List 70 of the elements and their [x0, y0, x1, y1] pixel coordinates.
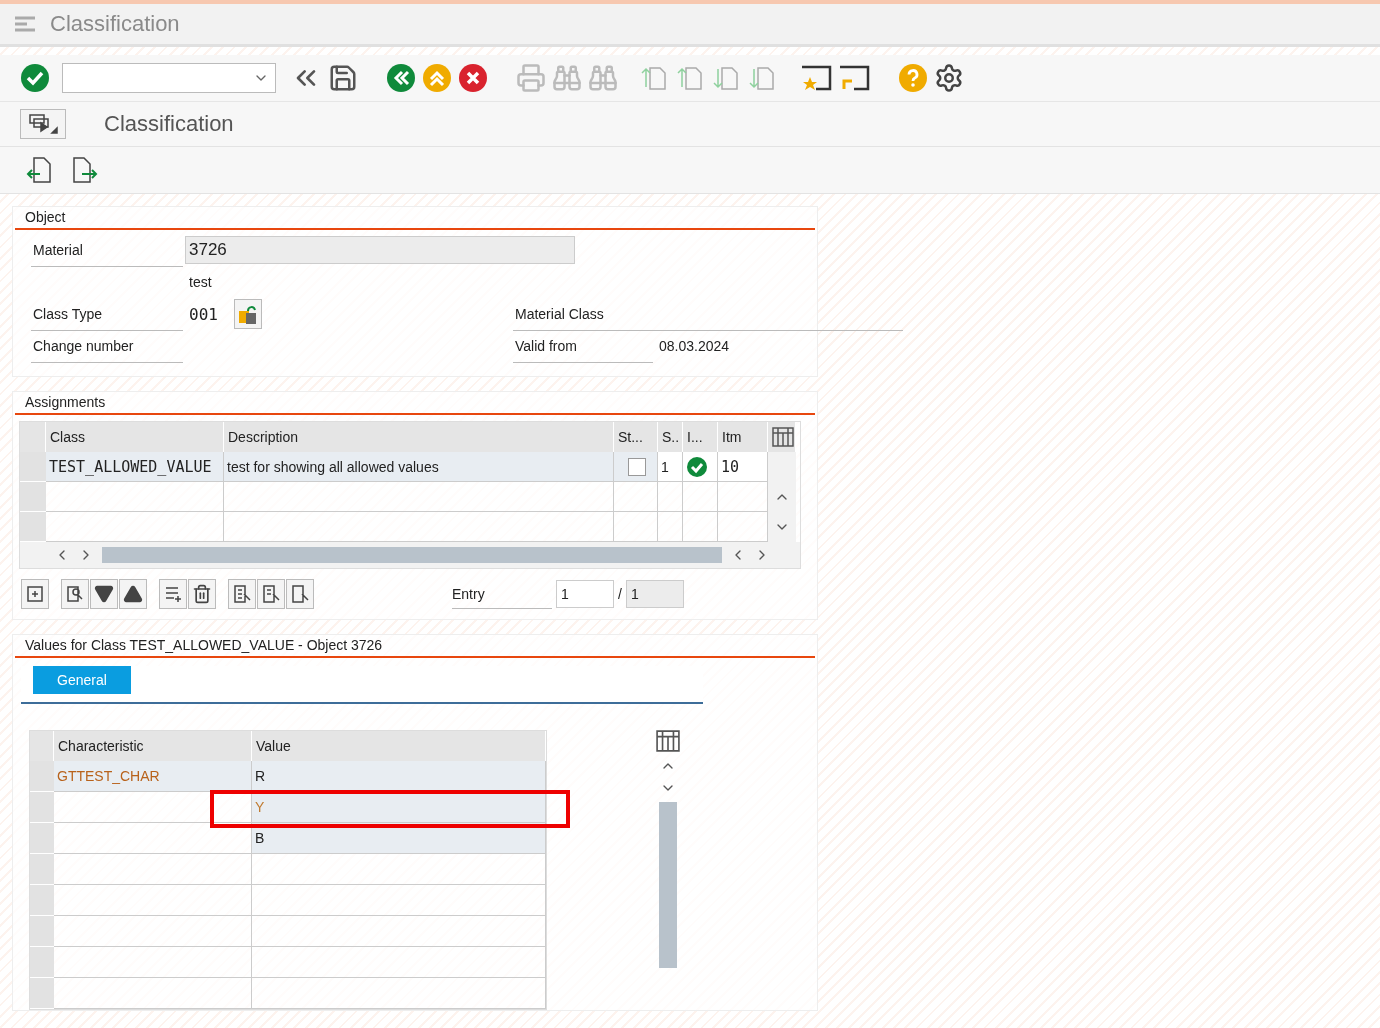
field-label: Class Type — [31, 297, 183, 331]
save-icon[interactable] — [328, 63, 358, 93]
delete-button[interactable] — [188, 579, 216, 609]
next-document-icon[interactable] — [72, 156, 98, 184]
column-settings-icon[interactable] — [772, 427, 794, 447]
down-triangle-icon — [94, 584, 114, 604]
vertical-scrollbar[interactable] — [659, 802, 677, 968]
checkbox[interactable] — [628, 457, 646, 476]
add-row-icon — [163, 584, 183, 604]
deselect-all-button[interactable] — [286, 579, 314, 609]
entry-total-field: 1 — [625, 580, 684, 608]
field-label: Material — [31, 233, 183, 267]
column-header[interactable]: Itm — [718, 422, 768, 452]
table-cell: TEST_ALLOWED_VALUE — [46, 452, 224, 482]
table-cell — [658, 482, 683, 512]
window-title: Classification — [50, 11, 180, 37]
column-header[interactable]: Description — [224, 422, 614, 452]
insert-icon — [25, 584, 45, 604]
valid-from-value: 08.03.2024 — [658, 338, 731, 354]
column-header[interactable]: I... — [683, 422, 718, 452]
select-block-button[interactable] — [257, 579, 285, 609]
document-cursor-icon — [290, 584, 310, 604]
back-icon[interactable] — [386, 63, 416, 93]
material-description: test — [188, 274, 213, 290]
table-cell: GTTEST_CHAR — [54, 761, 252, 792]
column-header[interactable]: Characteristic — [54, 731, 252, 761]
command-field[interactable] — [62, 63, 276, 93]
entry-field[interactable]: 1 — [556, 580, 614, 608]
cancel-icon[interactable] — [458, 63, 488, 93]
add-row-button[interactable] — [159, 579, 187, 609]
class-lock-button[interactable] — [233, 299, 262, 329]
menu-dropdown-button[interactable] — [20, 109, 66, 139]
column-header[interactable]: Value — [252, 731, 546, 761]
entry-separator: / — [618, 586, 622, 602]
enter-check-icon[interactable] — [20, 63, 50, 93]
table-cell: R — [252, 761, 546, 792]
table-cell: 10 — [718, 452, 768, 482]
search-icon — [65, 584, 85, 604]
settings-icon[interactable] — [934, 63, 964, 93]
horizontal-scrollbar[interactable] — [102, 547, 722, 563]
up-triangle-icon — [123, 584, 143, 604]
table-cell: 1 — [658, 452, 683, 482]
filter-rows-button[interactable] — [61, 579, 89, 609]
material-field: 3726 — [185, 236, 575, 264]
screen-title: Classification — [104, 111, 234, 137]
field-label: Change number — [31, 329, 183, 363]
field-label: Material Class — [513, 297, 903, 331]
field-label: Valid from — [513, 329, 653, 363]
shortcut-window-icon[interactable] — [838, 63, 870, 93]
new-window-star-icon[interactable] — [800, 63, 832, 93]
document-cursor-icon — [261, 584, 281, 604]
class-type-value: 001 — [188, 304, 218, 324]
column-header[interactable]: St... — [614, 422, 658, 452]
sort-descending-button[interactable] — [90, 579, 118, 609]
column-settings-icon[interactable] — [656, 730, 680, 752]
panel-title: Values for Class TEST_ALLOWED_VALUE - Object 3726 — [15, 635, 815, 658]
panel-title: Object — [15, 207, 815, 230]
lock-icon — [237, 303, 258, 325]
document-cursor-icon — [232, 584, 252, 604]
column-header[interactable]: Class — [46, 422, 224, 452]
column-header[interactable]: S.. — [658, 422, 683, 452]
trash-icon — [192, 584, 212, 604]
table-cell: test for showing all allowed values — [224, 452, 614, 482]
panel-title: Assignments — [15, 392, 815, 415]
table-cell: Y — [252, 792, 546, 823]
select-all-button[interactable] — [228, 579, 256, 609]
previous-document-icon[interactable] — [26, 156, 52, 184]
sort-ascending-button[interactable] — [119, 579, 147, 609]
entry-label: Entry — [452, 579, 552, 609]
insert-row-button[interactable] — [21, 579, 49, 609]
